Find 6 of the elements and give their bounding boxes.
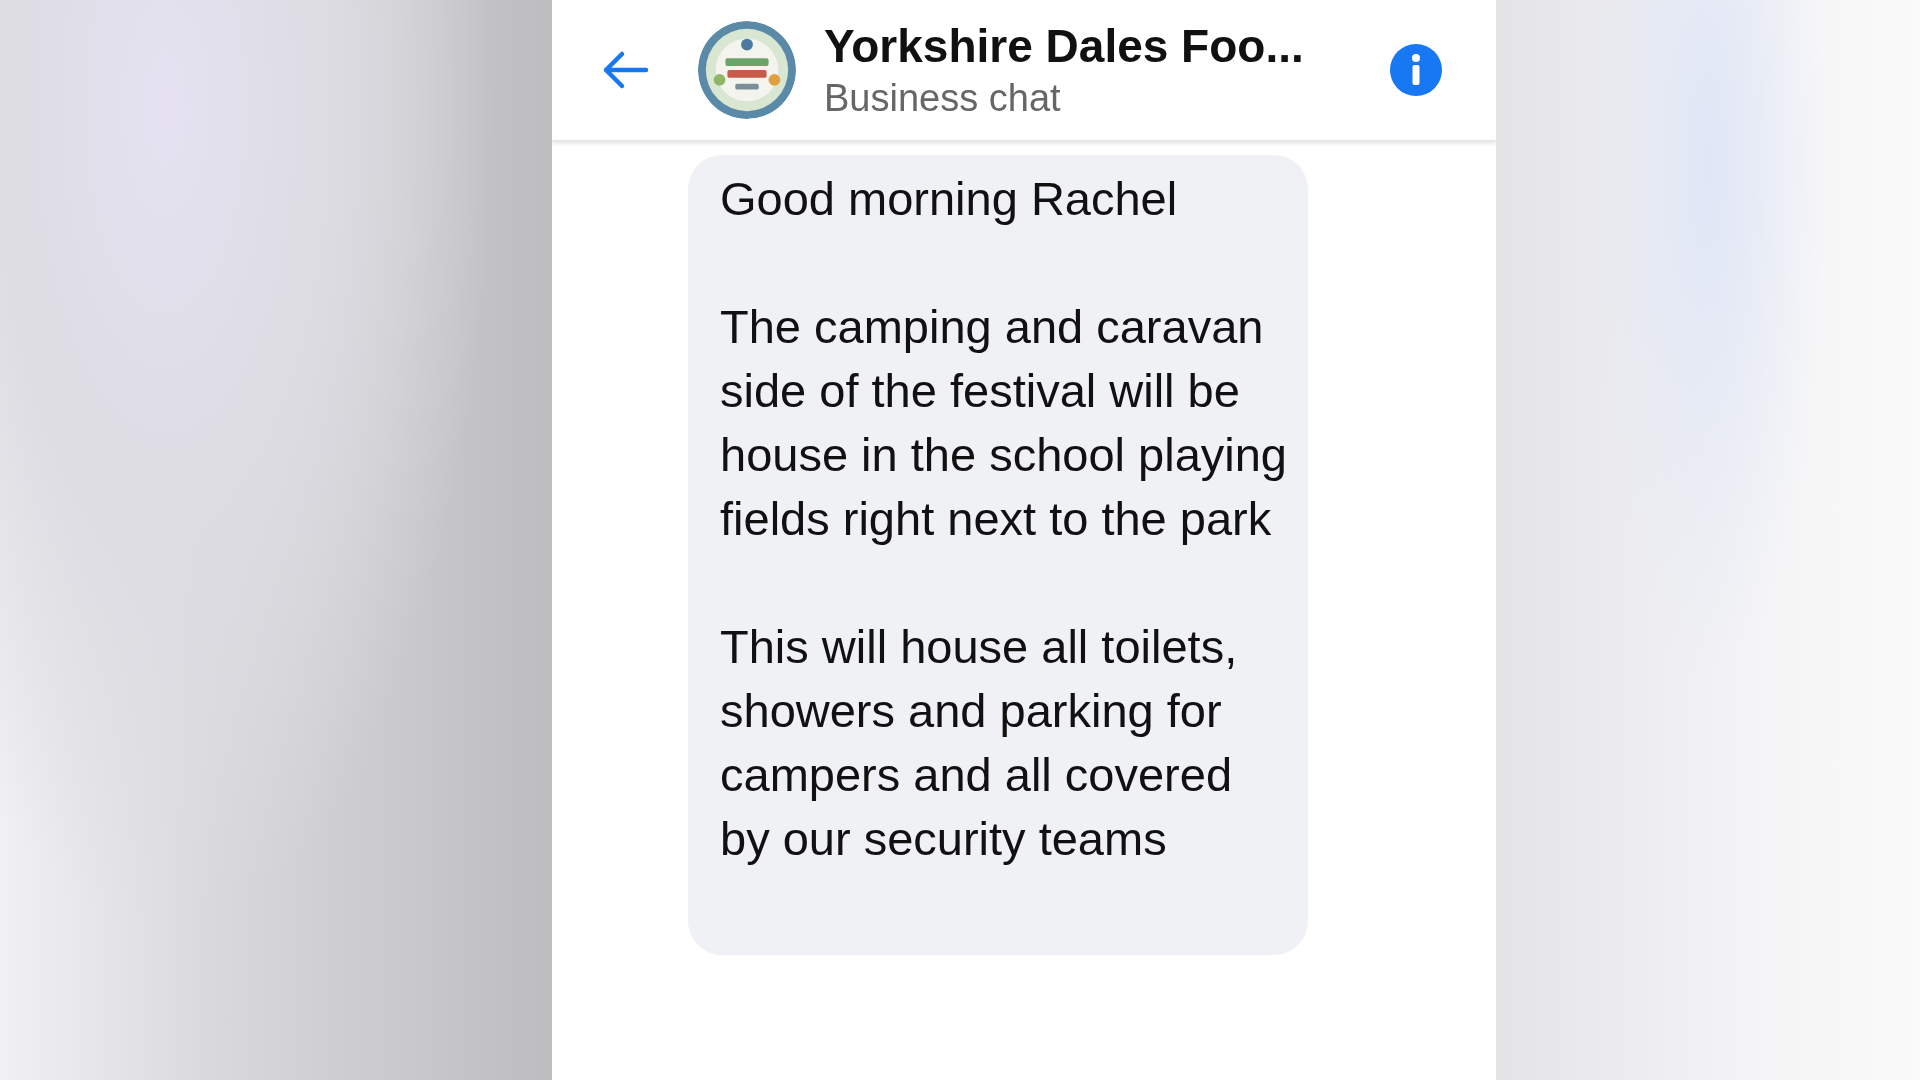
info-icon[interactable] [1390,44,1442,96]
chat-subtitle: Business chat [824,76,1062,121]
message-text: Good morning Rachel [720,171,1179,227]
chat-title: Yorkshire Dales Foo... [824,19,1305,74]
message-text: The camping and caravan side of the festival will be house in the school playing fields right next to the park [720,299,1288,547]
message-text: This will house all toilets, showers and parking for campers and all covered by our security teams [720,619,1239,867]
